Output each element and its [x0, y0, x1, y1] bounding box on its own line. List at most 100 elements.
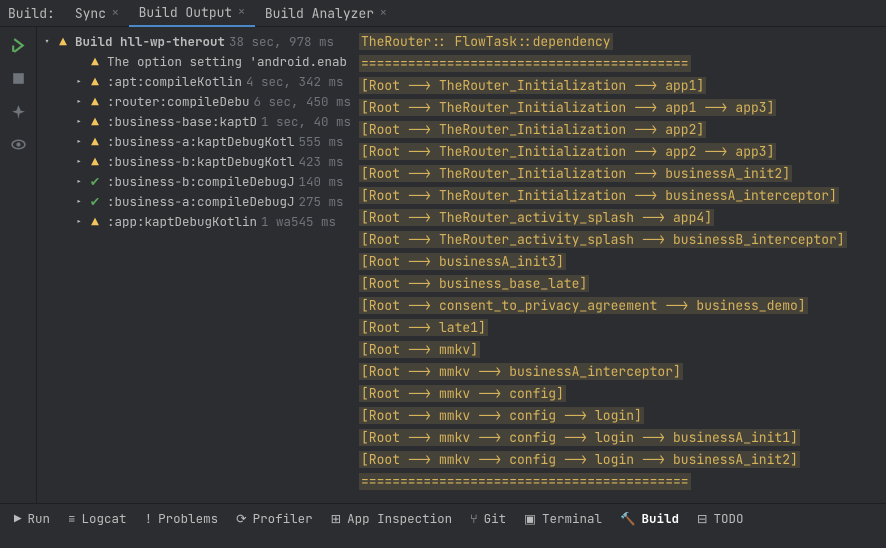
- warning-icon: ▲: [55, 33, 71, 50]
- tab-build-output[interactable]: Build Output✕: [129, 0, 255, 27]
- bottom-tab-build[interactable]: 🔨 Build: [620, 510, 679, 527]
- stop-icon[interactable]: [10, 70, 27, 91]
- bottom-toolbar: ▶ Run ≡ Logcat ! Problems ⟳ Profiler ⊞ A…: [0, 503, 886, 532]
- console-line: [Root --> consent_to_privacy_agreement -…: [359, 295, 880, 317]
- tree-item[interactable]: ▸ ▲ :business-a:kaptDebugKotl 555 ms: [37, 131, 353, 151]
- tree-label: Build hll-wp-therout: [75, 33, 225, 50]
- tree-meta: 1 wa545 ms: [261, 213, 336, 230]
- logcat-icon: ≡: [68, 510, 76, 527]
- profiler-icon: ⟳: [236, 510, 246, 527]
- console-line: ========================================…: [359, 471, 880, 493]
- console-line: [Root --> TheRouter_Initialization --> a…: [359, 75, 880, 97]
- chevron-right-icon[interactable]: ▸: [73, 155, 85, 168]
- status-bar: [0, 532, 886, 548]
- build-console[interactable]: TheRouter:: FlowTask::dependency========…: [353, 27, 886, 519]
- tree-label: :app:kaptDebugKotlin: [107, 213, 257, 230]
- tabs-label: Build:: [8, 5, 55, 22]
- console-line: [Root --> TheRouter_Initialization --> a…: [359, 141, 880, 163]
- build-icon: 🔨: [620, 510, 636, 527]
- tab-build-analyzer[interactable]: Build Analyzer✕: [255, 0, 397, 26]
- close-icon[interactable]: ✕: [380, 6, 387, 20]
- warning-icon: ▲: [87, 113, 103, 130]
- bottom-tab-label: Profiler: [253, 510, 313, 527]
- tree-item[interactable]: ▸ ▲ :business-base:kaptD 1 sec, 40 ms: [37, 111, 353, 131]
- tool-gutter: [0, 27, 37, 519]
- tree-label: The option setting 'android.enab: [107, 53, 347, 70]
- restart-icon[interactable]: [10, 37, 27, 58]
- tree-label: :business-a:compileDebugJ: [107, 193, 295, 210]
- tree-meta: 38 sec, 978 ms: [229, 33, 334, 50]
- chevron-right-icon[interactable]: ▸: [73, 95, 85, 108]
- tree-meta: 275 ms: [299, 193, 344, 210]
- tree-meta: 1 sec, 40 ms: [261, 113, 351, 130]
- success-icon: ✔: [87, 193, 103, 210]
- chevron-right-icon[interactable]: ▸: [73, 195, 85, 208]
- build-tabs: Build: Sync✕ Build Output✕ Build Analyze…: [0, 0, 886, 27]
- warning-icon: ▲: [87, 153, 103, 170]
- bottom-tab-terminal[interactable]: ▣ Terminal: [524, 510, 602, 527]
- todo-icon: ⊟: [697, 510, 707, 527]
- bottom-tab-run[interactable]: ▶ Run: [14, 510, 50, 527]
- tree-item[interactable]: ▸ ▲ :app:kaptDebugKotlin 1 wa545 ms: [37, 211, 353, 231]
- chevron-right-icon[interactable]: ▸: [73, 175, 85, 188]
- console-line: [Root --> mmkv --> config --> login --> …: [359, 427, 880, 449]
- tree-item[interactable]: ▸ ▲ :business-b:kaptDebugKotl 423 ms: [37, 151, 353, 171]
- console-line: [Root --> mmkv --> config --> login]: [359, 405, 880, 427]
- tree-item[interactable]: ▸ ▲ :apt:compileKotlin 4 sec, 342 ms: [37, 71, 353, 91]
- bottom-tab-problems[interactable]: ! Problems: [145, 510, 219, 527]
- bottom-tab-label: Terminal: [542, 510, 602, 527]
- chevron-right-icon[interactable]: ▸: [73, 75, 85, 88]
- warning-icon: ▲: [87, 133, 103, 150]
- tree-label: :apt:compileKotlin: [107, 73, 242, 90]
- close-icon[interactable]: ✕: [112, 6, 119, 20]
- console-line: [Root --> mmkv --> config --> login --> …: [359, 449, 880, 471]
- tree-label: :router:compileDebu: [107, 93, 250, 110]
- run-icon: ▶: [14, 510, 22, 527]
- bottom-tab-git[interactable]: ⑂ Git: [470, 510, 506, 527]
- console-line: [Root --> TheRouter_Initialization --> b…: [359, 185, 880, 207]
- console-line: [Root --> TheRouter_activity_splash --> …: [359, 207, 880, 229]
- chevron-right-icon[interactable]: ▸: [73, 215, 85, 228]
- tree-label: :business-b:kaptDebugKotl: [107, 153, 295, 170]
- tree-meta: 555 ms: [299, 133, 344, 150]
- eye-icon[interactable]: [10, 136, 27, 157]
- console-line: [Root --> mmkv]: [359, 339, 880, 361]
- tree-item[interactable]: ▸ ✔ :business-a:compileDebugJ 275 ms: [37, 191, 353, 211]
- pin-icon[interactable]: [10, 103, 27, 124]
- console-line: [Root --> TheRouter_Initialization --> a…: [359, 97, 880, 119]
- chevron-right-icon[interactable]: ▸: [73, 115, 85, 128]
- problems-icon: !: [145, 510, 153, 527]
- bottom-tab-todo[interactable]: ⊟ TODO: [697, 510, 744, 527]
- warning-icon: ▲: [87, 93, 103, 110]
- bottom-tab-app inspection[interactable]: ⊞ App Inspection: [331, 510, 453, 527]
- terminal-icon: ▣: [524, 510, 536, 527]
- console-line: ========================================…: [359, 53, 880, 75]
- tree-root[interactable]: ▾ ▲ Build hll-wp-therout 38 sec, 978 ms: [37, 31, 353, 51]
- success-icon: ✔: [87, 173, 103, 190]
- warning-icon: ▲: [87, 213, 103, 230]
- chevron-down-icon[interactable]: ▾: [41, 35, 53, 48]
- tree-item[interactable]: ▸ ✔ :business-b:compileDebugJ 140 ms: [37, 171, 353, 191]
- tree-meta: 423 ms: [299, 153, 344, 170]
- tab-sync[interactable]: Sync✕: [65, 0, 129, 26]
- console-line: [Root --> TheRouter_Initialization --> b…: [359, 163, 880, 185]
- tree-label: :business-a:kaptDebugKotl: [107, 133, 295, 150]
- tree-item[interactable]: ▸ ▲ :router:compileDebu 6 sec, 450 ms: [37, 91, 353, 111]
- app inspection-icon: ⊞: [331, 510, 341, 527]
- warning-icon: ▲: [87, 53, 103, 70]
- console-line: [Root --> late1]: [359, 317, 880, 339]
- tree-label: :business-b:compileDebugJ: [107, 173, 295, 190]
- tree-item[interactable]: ▲ The option setting 'android.enab: [37, 51, 353, 71]
- close-icon[interactable]: ✕: [238, 5, 245, 19]
- tree-meta: 140 ms: [299, 173, 344, 190]
- bottom-tab-profiler[interactable]: ⟳ Profiler: [236, 510, 313, 527]
- tree-label: :business-base:kaptD: [107, 113, 257, 130]
- build-tree[interactable]: ▾ ▲ Build hll-wp-therout 38 sec, 978 ms …: [37, 27, 353, 519]
- bottom-tab-label: App Inspection: [347, 510, 452, 527]
- console-line: TheRouter:: FlowTask::dependency: [359, 31, 880, 53]
- bottom-tab-logcat[interactable]: ≡ Logcat: [68, 510, 127, 527]
- console-line: [Root --> business_base_late]: [359, 273, 880, 295]
- bottom-tab-label: Problems: [158, 510, 218, 527]
- chevron-right-icon[interactable]: ▸: [73, 135, 85, 148]
- git-icon: ⑂: [470, 510, 478, 527]
